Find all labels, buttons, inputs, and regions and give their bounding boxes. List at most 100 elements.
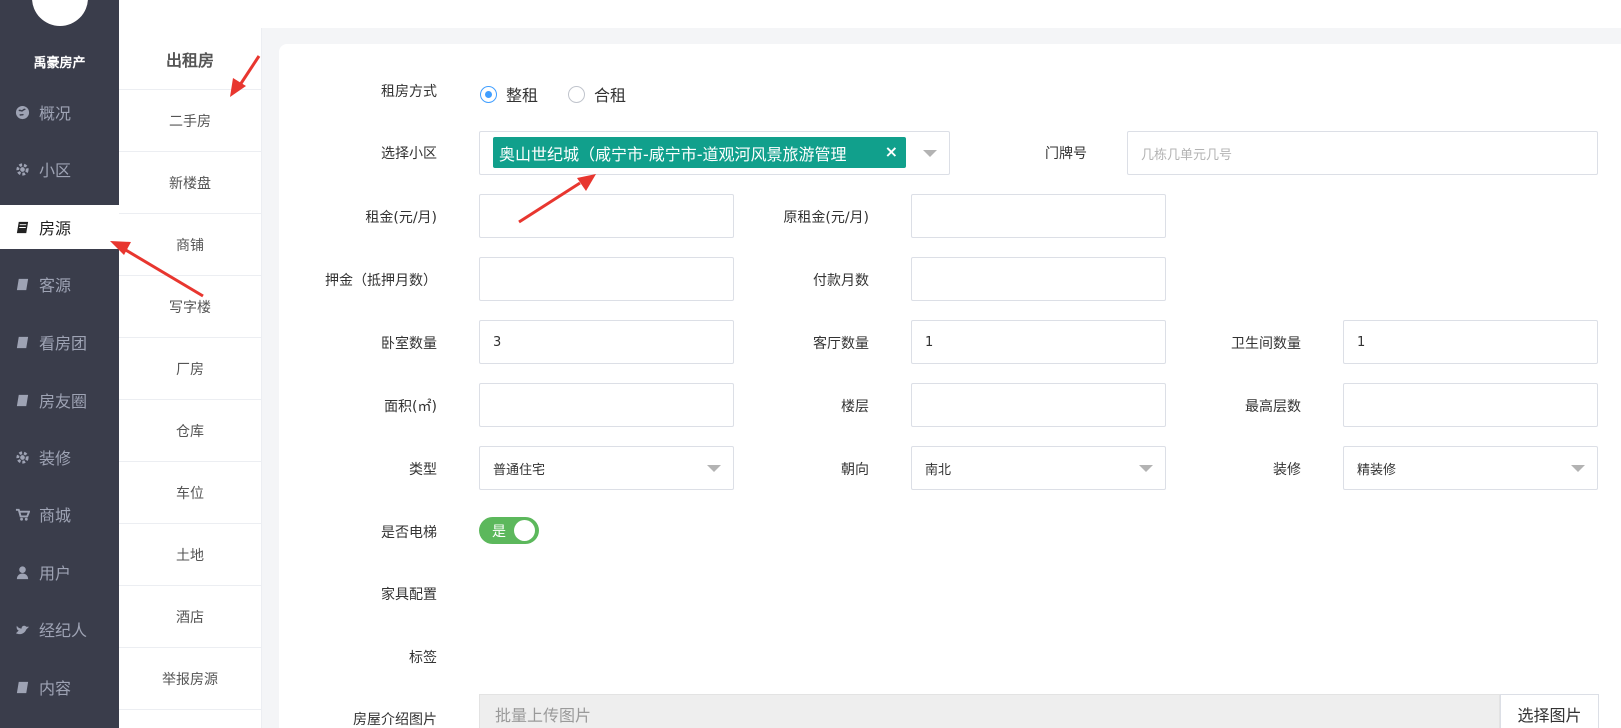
radio-checked-icon	[480, 85, 497, 103]
radio-label: 合租	[594, 86, 627, 105]
submenu-item-warehouses[interactable]: 仓库	[119, 400, 261, 462]
submenu-item-offices[interactable]: 写字楼	[119, 276, 261, 338]
original-rent-input[interactable]	[911, 194, 1166, 238]
cart-icon	[14, 506, 30, 522]
nav-label: 看房团	[39, 334, 88, 353]
area-input[interactable]	[479, 383, 734, 427]
submenu-item-parking[interactable]: 车位	[119, 462, 261, 524]
pay-months-input[interactable]	[911, 257, 1166, 301]
nav-item-listings[interactable]: 房源	[0, 205, 121, 249]
floor-input[interactable]	[911, 383, 1166, 427]
batch-upload-field[interactable]: 批量上传图片	[479, 694, 1500, 728]
submenu-item-new-homes[interactable]: 新楼盘	[119, 152, 261, 214]
submenu-item-second-hand[interactable]: 二手房	[119, 90, 261, 152]
nav-label: 商城	[39, 506, 72, 525]
tags-label: 标签	[409, 650, 437, 666]
area-label: 面积(㎡)	[384, 399, 437, 415]
nav-label: 装修	[39, 449, 72, 468]
bathrooms-input[interactable]: 1	[1343, 320, 1598, 364]
submenu-item-land[interactable]: 土地	[119, 524, 261, 586]
deposit-label: 押金（抵押月数）	[325, 273, 437, 289]
submenu-item-reported[interactable]: 举报房源	[119, 648, 261, 710]
bathrooms-label: 卫生间数量	[1231, 336, 1301, 352]
decoration-label: 装修	[1273, 462, 1301, 478]
orientation-select[interactable]: 南北	[911, 446, 1166, 490]
nav-label: 房源	[39, 219, 72, 238]
nav-item-community[interactable]: 小区	[0, 147, 119, 191]
nav-label: 小区	[39, 161, 72, 180]
door-number-input[interactable]: 几栋几单元几号	[1127, 131, 1598, 175]
nav-label: 客源	[39, 276, 72, 295]
nav-item-mall[interactable]: 商城	[0, 492, 119, 536]
nav-item-tour-group[interactable]: 看房团	[0, 320, 119, 364]
furniture-label: 家具配置	[381, 587, 437, 603]
upload-placeholder: 批量上传图片	[495, 706, 592, 725]
nav-item-friends-circle[interactable]: 房友圈	[0, 378, 119, 422]
elevator-toggle-text: 是	[492, 523, 506, 540]
toggle-knob	[514, 520, 535, 541]
pay-months-label: 付款月数	[813, 273, 869, 289]
nav-item-agents[interactable]: 经纪人	[0, 607, 119, 651]
book-icon	[14, 679, 30, 695]
submenu-item-shops[interactable]: 商铺	[119, 214, 261, 276]
top-bar	[119, 0, 1621, 28]
globe-icon	[14, 104, 30, 120]
deposit-input[interactable]	[479, 257, 734, 301]
type-value: 普通住宅	[493, 462, 546, 478]
brand-name: 禹豪房产	[33, 56, 86, 71]
nav-item-content[interactable]: 内容	[0, 665, 119, 709]
living-rooms-input[interactable]: 1	[911, 320, 1166, 364]
community-label: 选择小区	[381, 146, 437, 162]
nav-label: 内容	[39, 679, 72, 698]
nav-item-decoration[interactable]: 装修	[0, 435, 119, 479]
nav-item-users[interactable]: 用户	[0, 550, 119, 594]
avatar[interactable]	[32, 0, 88, 26]
radio-shared-rent[interactable]: 合租	[568, 82, 626, 106]
gear-icon	[14, 161, 30, 177]
bird-icon	[14, 621, 30, 637]
type-select[interactable]: 普通住宅	[479, 446, 734, 490]
rent-input[interactable]	[479, 194, 734, 238]
radio-whole-rent[interactable]: 整租	[480, 82, 538, 106]
nav-label: 经纪人	[39, 621, 88, 640]
chevron-down-icon	[1571, 465, 1585, 472]
bedrooms-label: 卧室数量	[381, 336, 437, 352]
bedrooms-input[interactable]: 3	[479, 320, 734, 364]
book-icon	[14, 392, 30, 408]
max-floor-input[interactable]	[1343, 383, 1598, 427]
radio-label: 整租	[506, 86, 539, 105]
decoration-value: 精装修	[1357, 462, 1397, 478]
book-icon	[14, 334, 30, 350]
gear-icon	[14, 449, 30, 465]
door-number-placeholder: 几栋几单元几号	[1141, 147, 1233, 163]
bedrooms-value: 3	[493, 334, 502, 350]
community-tag: 奥山世纪城（咸宁市-咸宁市-道观河风景旅游管理 ×	[493, 137, 906, 168]
community-tag-text: 奥山世纪城（咸宁市-咸宁市-道观河风景旅游管理	[499, 144, 847, 164]
door-number-label: 门牌号	[1045, 146, 1087, 162]
elevator-label: 是否电梯	[381, 525, 437, 541]
orientation-value: 南北	[925, 462, 952, 478]
book-icon	[14, 219, 30, 235]
submenu-item-factories[interactable]: 厂房	[119, 338, 261, 400]
nav-item-overview[interactable]: 概况	[0, 90, 119, 134]
user-icon	[14, 564, 30, 580]
living-rooms-label: 客厅数量	[813, 336, 869, 352]
bathrooms-value: 1	[1357, 334, 1366, 350]
nav-label: 房友圈	[39, 392, 88, 411]
elevator-toggle[interactable]: 是	[479, 517, 539, 544]
close-icon[interactable]: ×	[885, 142, 898, 161]
listing-submenu: 出租房 二手房 新楼盘 商铺 写字楼 厂房 仓库 车位 土地 酒店 举报房源	[119, 28, 262, 728]
choose-image-button[interactable]: 选择图片	[1500, 694, 1599, 728]
original-rent-label: 原租金(元/月)	[783, 210, 869, 226]
decoration-select[interactable]: 精装修	[1343, 446, 1598, 490]
nav-label: 用户	[39, 564, 72, 583]
floor-label: 楼层	[841, 399, 869, 415]
nav-item-customers[interactable]: 客源	[0, 262, 119, 306]
submenu-item-rental[interactable]: 出租房	[119, 28, 261, 90]
images-label: 房屋介绍图片	[353, 712, 437, 728]
rent-label: 租金(元/月)	[365, 210, 437, 226]
book-icon	[14, 276, 30, 292]
nav-label: 概况	[39, 104, 72, 123]
orientation-label: 朝向	[841, 462, 869, 478]
submenu-item-hotels[interactable]: 酒店	[119, 586, 261, 648]
